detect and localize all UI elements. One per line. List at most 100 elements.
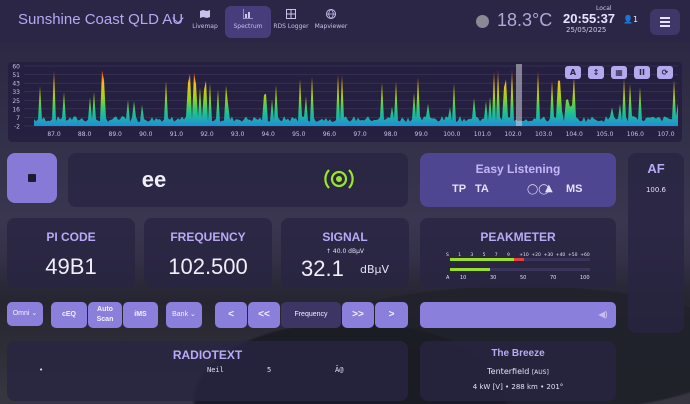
pi-code-value: 49B1	[45, 254, 97, 279]
antenna-value: Omni	[12, 310, 30, 317]
top-bar: Sunshine Coast QLD AU Livemap Spectrum R…	[0, 0, 690, 42]
peakmeter-scale-label: 30	[490, 275, 496, 281]
user-count-value: 1	[632, 15, 639, 24]
peakmeter-scale-label: 70	[550, 275, 556, 281]
x-tick-label: 89.0	[109, 131, 123, 138]
nav-spectrum[interactable]: Spectrum	[225, 6, 271, 38]
globe-icon	[326, 9, 336, 19]
frequency-label: FREQUENCY	[170, 230, 246, 244]
nav-rds-logger-label: RDS Logger	[273, 23, 309, 30]
spectrum-chart-button[interactable]: ▦	[611, 66, 627, 79]
spectrum-pause-button[interactable]: II	[634, 66, 650, 79]
peakmeter-scale-label: 3	[470, 252, 473, 258]
peakmeter-scale-label: +20	[531, 252, 541, 258]
ps-name: ee	[141, 167, 167, 192]
x-tick-label: 94.0	[262, 131, 276, 138]
radiotext-panel: RADIOTEXT • Neil 5 Ã@	[7, 341, 408, 401]
signal-unit: dBµV	[360, 263, 390, 276]
peakmeter-scale-label: 100	[580, 275, 590, 281]
step-back-button[interactable]: <	[215, 302, 247, 328]
volume-slider[interactable]: ◀)	[420, 302, 616, 328]
af-item[interactable]: 100.6	[628, 186, 684, 194]
peakmeter-scale-label: +10	[519, 252, 529, 258]
x-tick-label: 88.0	[78, 131, 92, 138]
frequency-value[interactable]: 102.500	[144, 254, 272, 280]
fast-fwd-button[interactable]: >>	[342, 302, 374, 328]
x-tick-label: 105.0	[596, 131, 613, 138]
clock: 20:55:37	[563, 11, 616, 26]
peakmeter-scale-label: A	[446, 275, 450, 281]
signal-label: SIGNAL	[322, 230, 368, 244]
peakmeter-scale-label: +60	[580, 252, 590, 258]
x-tick-label: 101.0	[474, 131, 491, 138]
peakmeter-scale-label: 50	[520, 275, 526, 281]
x-tick-label: 90.0	[139, 131, 153, 138]
signal-meter-fill	[450, 258, 514, 261]
date: 25/05/2025	[566, 26, 607, 34]
radiotext-seg-1: •	[39, 366, 44, 374]
map-icon	[200, 10, 210, 18]
nav-mapviewer[interactable]: Mapviewer	[308, 6, 354, 38]
frequency-marker	[516, 64, 522, 126]
spectrum-scale-button[interactable]: ↕	[588, 66, 604, 79]
nav-spectrum-label: Spectrum	[233, 23, 263, 30]
stop-icon	[28, 174, 36, 182]
radiotext-seg-4: Ã@	[335, 366, 344, 374]
tx-location: Tenterfield [AUS]	[420, 367, 616, 376]
transmitter-panel: The Breeze Tenterfield [AUS] 4 kW [V] • …	[420, 341, 616, 401]
picture-icon: ▲	[545, 183, 553, 194]
nav-mapviewer-label: Mapviewer	[314, 23, 348, 30]
peakmeter-scale-label: 9	[507, 252, 510, 258]
spectrum-auto-button[interactable]: A	[565, 66, 581, 79]
peakmeter-scale-label: 5	[483, 252, 486, 258]
temperature: 18.3°C	[497, 10, 553, 30]
peakmeter-bars: S 1 3 5 7 9 +10 +20 +30 +40 +50 +60 A 10 30 50 70 100	[446, 252, 590, 281]
y-tick-label: 7	[16, 115, 20, 122]
x-tick-label: 91.0	[170, 131, 184, 138]
audio-meter-fill	[450, 268, 490, 271]
x-tick-label: 99.0	[415, 131, 429, 138]
spectrum-refresh-button[interactable]: ⟳	[657, 66, 673, 79]
weather-icon	[476, 15, 489, 28]
x-tick-label: 87.0	[47, 131, 61, 138]
x-tick-label: 93.0	[231, 131, 245, 138]
play-stop-button[interactable]	[7, 153, 57, 203]
tx-country: [AUS]	[531, 369, 549, 376]
step-mode-select[interactable]: Frequency	[281, 302, 341, 328]
y-tick-label: 16	[12, 106, 20, 113]
ims-button[interactable]: iMS	[123, 302, 158, 328]
y-tick-label: 60	[12, 64, 20, 71]
bank-value: Bank	[172, 311, 189, 318]
pty-label: Easy Listening	[475, 162, 561, 176]
tp-flag: TP	[452, 183, 467, 195]
radiotext-seg-3: 5	[267, 366, 272, 374]
menu-icon-line	[660, 21, 670, 23]
x-tick-label: 100.0	[443, 131, 460, 138]
nav-livemap[interactable]: Livemap	[182, 6, 228, 38]
autoscan-button[interactable]: Auto Scan	[88, 302, 122, 328]
station-location-select[interactable]: Sunshine Coast QLD AU	[18, 11, 183, 28]
x-tick-label: 98.0	[384, 131, 398, 138]
peakmeter-scale-label: +40	[556, 252, 566, 258]
af-title: AF	[647, 161, 665, 176]
ceq-button[interactable]: cEQ	[51, 302, 87, 328]
signal-value: 32.1	[301, 256, 344, 281]
bank-select[interactable]: Bank ⌄	[166, 302, 202, 328]
signal-meter-over	[514, 258, 524, 261]
radiotext-seg-2: Neil	[207, 366, 224, 374]
x-tick-label: 107.0	[657, 131, 674, 138]
menu-button[interactable]	[650, 9, 680, 35]
y-tick-label: 43	[12, 81, 20, 88]
menu-icon-line	[660, 25, 670, 27]
ms-flag: MS	[566, 183, 583, 195]
fast-back-button[interactable]: <<	[248, 302, 280, 328]
y-tick-label: 33	[12, 89, 20, 96]
antenna-select[interactable]: Omni ⌄	[7, 302, 43, 326]
x-tick-label: 102.0	[504, 131, 521, 138]
audio-meter-track	[490, 268, 590, 271]
peakmeter-scale-label: 7	[495, 252, 498, 258]
step-fwd-button[interactable]: >	[375, 302, 408, 328]
tx-details: 4 kW [V] • 288 km • 201°	[472, 383, 564, 391]
peakmeter-label: PEAKMETER	[480, 230, 556, 244]
user-icon: 👤	[623, 15, 633, 24]
